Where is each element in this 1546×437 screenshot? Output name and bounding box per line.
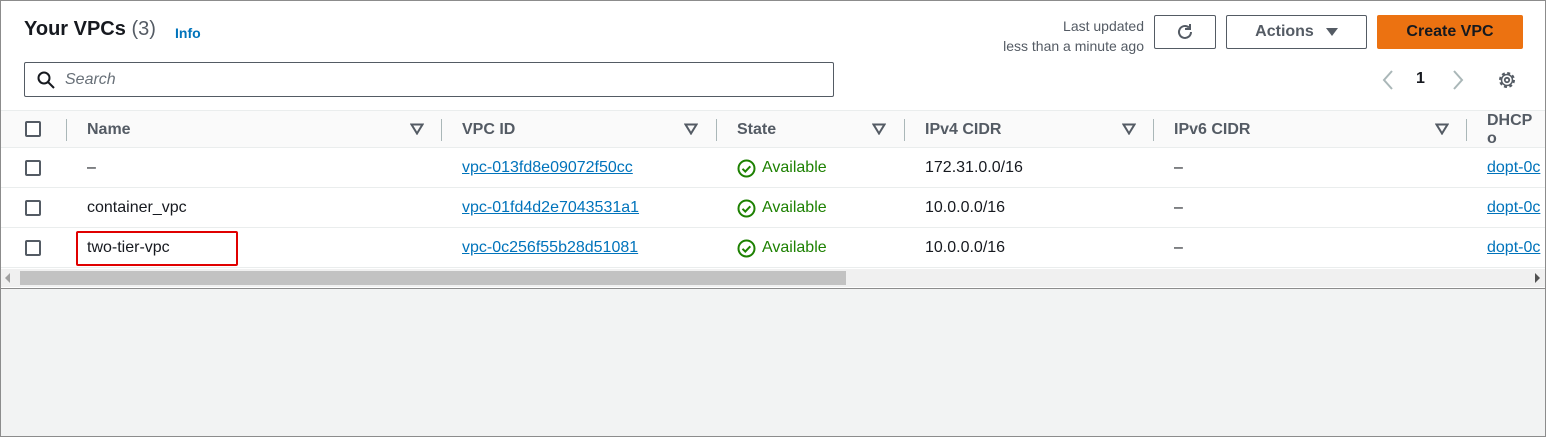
column-divider[interactable] — [716, 119, 717, 141]
scroll-right-arrow-icon[interactable] — [1535, 273, 1540, 283]
dhcp-options-link[interactable]: dopt-0c — [1487, 228, 1540, 268]
caret-down-icon — [1325, 28, 1338, 36]
vpc-id-link[interactable]: vpc-013fd8e09072f50cc — [462, 148, 633, 188]
highlight-annotation-box — [76, 231, 238, 266]
column-header-ipv4-cidr[interactable]: IPv4 CIDR — [925, 111, 1001, 149]
sort-icon[interactable] — [872, 123, 886, 135]
state-text: Available — [762, 239, 827, 256]
cell-ipv6-cidr: – — [1174, 159, 1183, 176]
last-updated-value: less than a minute ago — [1003, 38, 1144, 54]
refresh-icon — [1178, 24, 1192, 39]
scrollbar-thumb[interactable] — [20, 271, 846, 285]
sort-icon[interactable] — [684, 123, 698, 135]
chevron-right-icon[interactable] — [1451, 69, 1465, 91]
settings-gear-icon[interactable] — [1496, 69, 1518, 91]
status-available: Available — [737, 188, 827, 228]
sort-icon[interactable] — [1435, 123, 1449, 135]
cell-ipv6-cidr: – — [1174, 239, 1183, 256]
vpc-table-panel: Your VPCs (3) Info Last updated less tha… — [0, 0, 1546, 289]
check-circle-icon — [737, 159, 756, 177]
state-text: Available — [762, 159, 827, 176]
refresh-button[interactable] — [1154, 15, 1216, 49]
cell-ipv4-cidr: 10.0.0.0/16 — [925, 199, 1006, 216]
dhcp-options-link[interactable]: dopt-0c — [1487, 188, 1540, 228]
check-circle-icon — [737, 239, 756, 257]
vpc-id-link[interactable]: vpc-01fd4d2e7043531a1 — [462, 188, 639, 228]
column-divider[interactable] — [904, 119, 905, 141]
cell-ipv4-cidr: 10.0.0.0/16 — [925, 239, 1006, 256]
cell-name: container_vpc — [87, 199, 187, 216]
column-header-vpc-id[interactable]: VPC ID — [462, 111, 515, 149]
actions-label: Actions — [1255, 23, 1314, 40]
chevron-left-icon[interactable] — [1381, 69, 1395, 91]
table-header: Name VPC ID State IPv4 CIDR IPv6 CIDR DH… — [0, 110, 1546, 148]
column-header-ipv6-cidr[interactable]: IPv6 CIDR — [1174, 111, 1250, 149]
column-divider[interactable] — [1466, 119, 1467, 141]
cell-ipv4-cidr: 172.31.0.0/16 — [925, 159, 1023, 176]
title-text: Your VPCs — [24, 18, 126, 40]
column-header-name[interactable]: Name — [87, 111, 131, 149]
current-page-number[interactable]: 1 — [1416, 70, 1425, 88]
sort-icon[interactable] — [1122, 123, 1136, 135]
actions-dropdown-button[interactable]: Actions — [1226, 15, 1367, 49]
search-input[interactable] — [65, 70, 805, 89]
state-text: Available — [762, 199, 827, 216]
select-all-checkbox[interactable] — [25, 121, 41, 137]
row-checkbox[interactable] — [25, 200, 41, 216]
create-vpc-button[interactable]: Create VPC — [1377, 15, 1523, 49]
status-available: Available — [737, 148, 827, 188]
column-divider — [66, 119, 67, 141]
cell-name: – — [87, 159, 96, 176]
column-header-state[interactable]: State — [737, 111, 776, 149]
column-divider[interactable] — [1153, 119, 1154, 141]
row-checkbox[interactable] — [25, 240, 41, 256]
table-row[interactable]: container_vpc vpc-01fd4d2e7043531a1 Avai… — [0, 188, 1546, 228]
check-circle-icon — [737, 199, 756, 217]
table-row[interactable]: – vpc-013fd8e09072f50cc Available 172.31… — [0, 148, 1546, 188]
vpc-id-link[interactable]: vpc-0c256f55b28d51081 — [462, 228, 638, 268]
search-field[interactable] — [24, 62, 834, 97]
column-divider[interactable] — [441, 119, 442, 141]
cell-ipv6-cidr: – — [1174, 199, 1183, 216]
search-icon — [37, 71, 55, 89]
scroll-left-arrow-icon[interactable] — [5, 273, 10, 283]
sort-icon[interactable] — [410, 123, 424, 135]
status-available: Available — [737, 228, 827, 268]
vpc-count: (3) — [131, 18, 156, 40]
horizontal-scrollbar[interactable] — [0, 269, 1546, 287]
column-header-dhcp[interactable]: DHCP o — [1487, 111, 1546, 149]
dhcp-options-link[interactable]: dopt-0c — [1487, 148, 1540, 188]
last-updated-label: Last updated — [1063, 18, 1144, 34]
last-updated: Last updated less than a minute ago — [1003, 16, 1144, 56]
page-title: Your VPCs (3) — [24, 18, 156, 41]
row-checkbox[interactable] — [25, 160, 41, 176]
info-link[interactable]: Info — [175, 25, 201, 41]
